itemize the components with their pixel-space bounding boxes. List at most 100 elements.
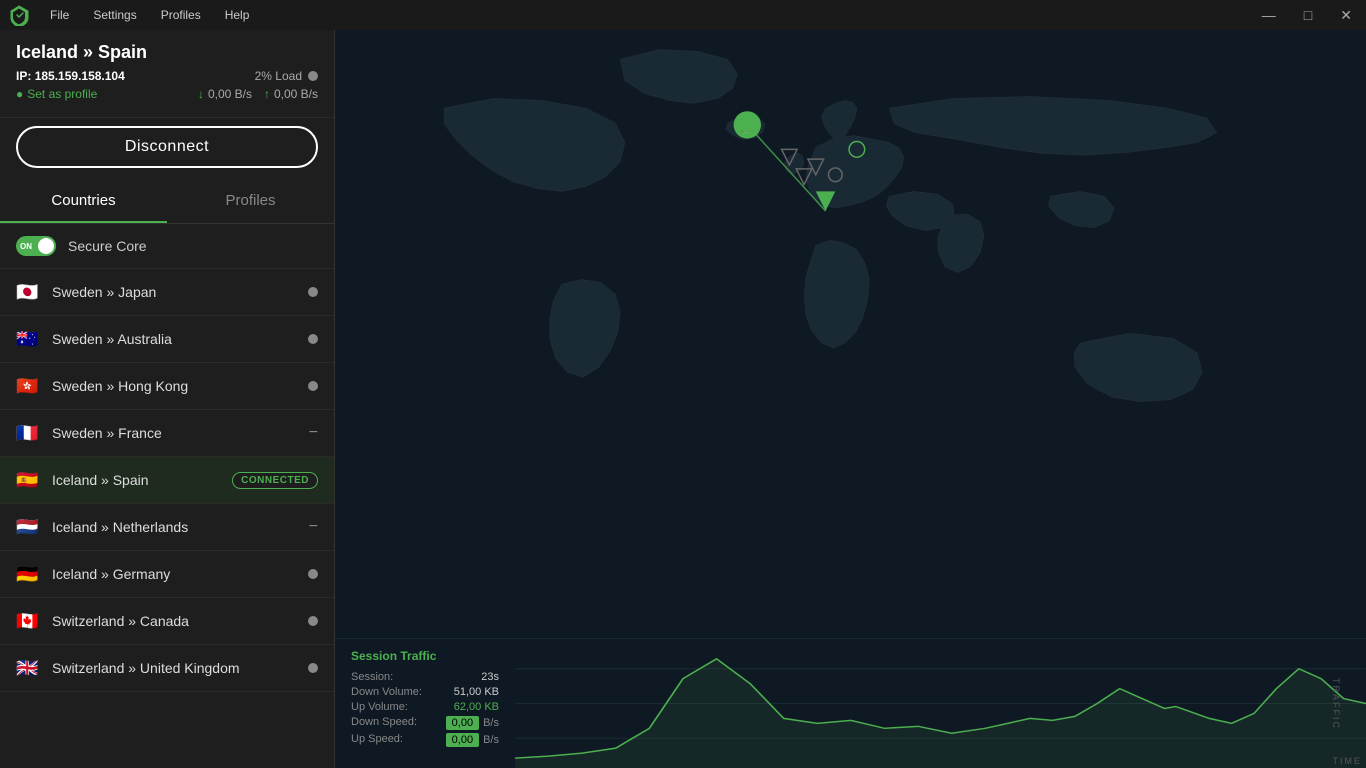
up-speed-value: 0,00: [446, 733, 479, 747]
server-item[interactable]: 🇳🇱 Iceland » Netherlands−: [0, 504, 334, 551]
server-flag-icon: 🇳🇱: [16, 518, 40, 536]
right-panel: ❮ 🔒 CONNECTED ProtonVPN − ||||||||| +: [335, 30, 1366, 768]
ip-value: 185.159.158.104: [35, 69, 125, 83]
download-speed-value: 0,00 B/s: [208, 87, 252, 101]
session-row: Session: 23s: [351, 671, 499, 683]
server-name-label: Sweden » Australia: [52, 331, 308, 347]
server-load-dot: [308, 616, 318, 626]
server-item[interactable]: 🇬🇧 Switzerland » United Kingdom: [0, 645, 334, 692]
up-speed-value-container: 0,00 B/s: [446, 733, 499, 747]
traffic-graph: TIME TRAFFIC: [515, 639, 1366, 768]
connection-header: Iceland » Spain IP: 185.159.158.104 2% L…: [0, 30, 334, 118]
down-speed-value-container: 0,00 B/s: [446, 716, 499, 730]
title-bar-right: — □ ✕: [1256, 5, 1358, 26]
secure-core-toggle[interactable]: ON: [16, 236, 56, 256]
secure-core-label: Secure Core: [68, 238, 147, 254]
disconnect-button[interactable]: Disconnect: [16, 126, 318, 168]
down-speed-label: Down Speed:: [351, 716, 417, 730]
server-minus-icon: −: [309, 518, 318, 536]
server-flag-icon: 🇦🇺: [16, 330, 40, 348]
tab-bar: Countries Profiles: [0, 180, 334, 224]
connection-title: Iceland » Spain: [16, 42, 318, 63]
server-item[interactable]: 🇦🇺 Sweden » Australia: [0, 316, 334, 363]
server-load-dot: [308, 569, 318, 579]
session-traffic-title: Session Traffic: [351, 649, 499, 663]
server-item[interactable]: 🇭🇰 Sweden » Hong Kong: [0, 363, 334, 410]
server-flag-icon: 🇪🇸: [16, 471, 40, 489]
time-axis-label: TIME: [1333, 756, 1363, 766]
server-item[interactable]: 🇪🇸 Iceland » SpainCONNECTED: [0, 457, 334, 504]
map-area: 🏠: [335, 30, 1366, 568]
title-bar-left: File Settings Profiles Help: [8, 4, 253, 26]
up-speed-row: Up Speed: 0,00 B/s: [351, 733, 499, 747]
server-name-label: Sweden » Hong Kong: [52, 378, 308, 394]
server-load-dot: [308, 381, 318, 391]
server-item[interactable]: 🇨🇦 Switzerland » Canada: [0, 598, 334, 645]
down-volume-value: 51,00 KB: [454, 686, 499, 698]
server-name-label: Sweden » Japan: [52, 284, 308, 300]
up-volume-label: Up Volume:: [351, 701, 408, 713]
world-map: 🏠: [335, 30, 1366, 568]
connection-ip-row: IP: 185.159.158.104 2% Load: [16, 69, 318, 83]
upload-speed-value: 0,00 B/s: [274, 87, 318, 101]
server-minus-icon: −: [309, 424, 318, 442]
menu-file[interactable]: File: [46, 6, 73, 24]
load-value: 2% Load: [255, 69, 302, 83]
down-speed-value: 0,00: [446, 716, 479, 730]
server-flag-icon: 🇨🇦: [16, 612, 40, 630]
upload-arrow-icon: ↑: [264, 87, 270, 101]
connection-ip: IP: 185.159.158.104: [16, 69, 125, 83]
close-button[interactable]: ✕: [1334, 5, 1358, 26]
title-bar: File Settings Profiles Help — □ ✕: [0, 0, 1366, 30]
connection-load: 2% Load: [255, 69, 318, 83]
connected-badge-label: CONNECTED: [232, 472, 318, 489]
left-panel: Iceland » Spain IP: 185.159.158.104 2% L…: [0, 30, 335, 768]
set-profile-label: Set as profile: [27, 87, 97, 101]
download-arrow-icon: ↓: [198, 87, 204, 101]
down-volume-row: Down Volume: 51,00 KB: [351, 686, 499, 698]
traffic-chart: [515, 639, 1366, 768]
server-item[interactable]: 🇩🇪 Iceland » Germany: [0, 551, 334, 598]
server-name-label: Sweden » France: [52, 425, 309, 441]
upload-speed: ↑ 0,00 B/s: [264, 87, 318, 101]
server-list: 🇯🇵 Sweden » Japan 🇦🇺 Sweden » Australia 🇭🇰 Sw…: [0, 269, 334, 768]
ip-label: IP:: [16, 69, 31, 83]
server-item[interactable]: 🇫🇷 Sweden » France−: [0, 410, 334, 457]
traffic-info-panel: Session Traffic Session: 23s Down Volume…: [335, 639, 515, 768]
session-value: 23s: [481, 671, 499, 683]
connection-profile-row: ● Set as profile ↓ 0,00 B/s ↑ 0,00 B/s: [16, 87, 318, 101]
server-name-label: Switzerland » United Kingdom: [52, 660, 308, 676]
server-flag-icon: 🇬🇧: [16, 659, 40, 677]
tab-countries[interactable]: Countries: [0, 180, 167, 223]
server-flag-icon: 🇭🇰: [16, 377, 40, 395]
server-item[interactable]: 🇯🇵 Sweden » Japan: [0, 269, 334, 316]
server-load-dot: [308, 663, 318, 673]
session-label: Session:: [351, 671, 393, 683]
up-volume-row: Up Volume: 62,00 KB: [351, 701, 499, 713]
toggle-knob: [38, 238, 54, 254]
toggle-on-label: ON: [20, 242, 32, 251]
menu-help[interactable]: Help: [221, 6, 254, 24]
tab-profiles[interactable]: Profiles: [167, 180, 334, 223]
server-load-dot: [308, 334, 318, 344]
server-name-label: Switzerland » Canada: [52, 613, 308, 629]
down-volume-label: Down Volume:: [351, 686, 422, 698]
maximize-button[interactable]: □: [1298, 5, 1318, 25]
up-speed-label: Up Speed:: [351, 733, 403, 747]
set-profile-button[interactable]: ● Set as profile: [16, 87, 97, 101]
up-volume-value: 62,00 KB: [454, 701, 499, 713]
speed-row: ↓ 0,00 B/s ↑ 0,00 B/s: [198, 87, 318, 101]
server-name-label: Iceland » Netherlands: [52, 519, 309, 535]
server-flag-icon: 🇫🇷: [16, 424, 40, 442]
server-flag-icon: 🇯🇵: [16, 283, 40, 301]
traffic-area: Session Traffic Session: 23s Down Volume…: [335, 638, 1366, 768]
server-name-label: Iceland » Germany: [52, 566, 308, 582]
down-speed-row: Down Speed: 0,00 B/s: [351, 716, 499, 730]
server-flag-icon: 🇩🇪: [16, 565, 40, 583]
menu-settings[interactable]: Settings: [89, 6, 140, 24]
server-name-label: Iceland » Spain: [52, 472, 232, 488]
menu-profiles[interactable]: Profiles: [157, 6, 205, 24]
minimize-button[interactable]: —: [1256, 5, 1282, 25]
up-speed-unit: B/s: [483, 734, 499, 746]
traffic-axis-label: TRAFFIC: [1331, 678, 1341, 730]
